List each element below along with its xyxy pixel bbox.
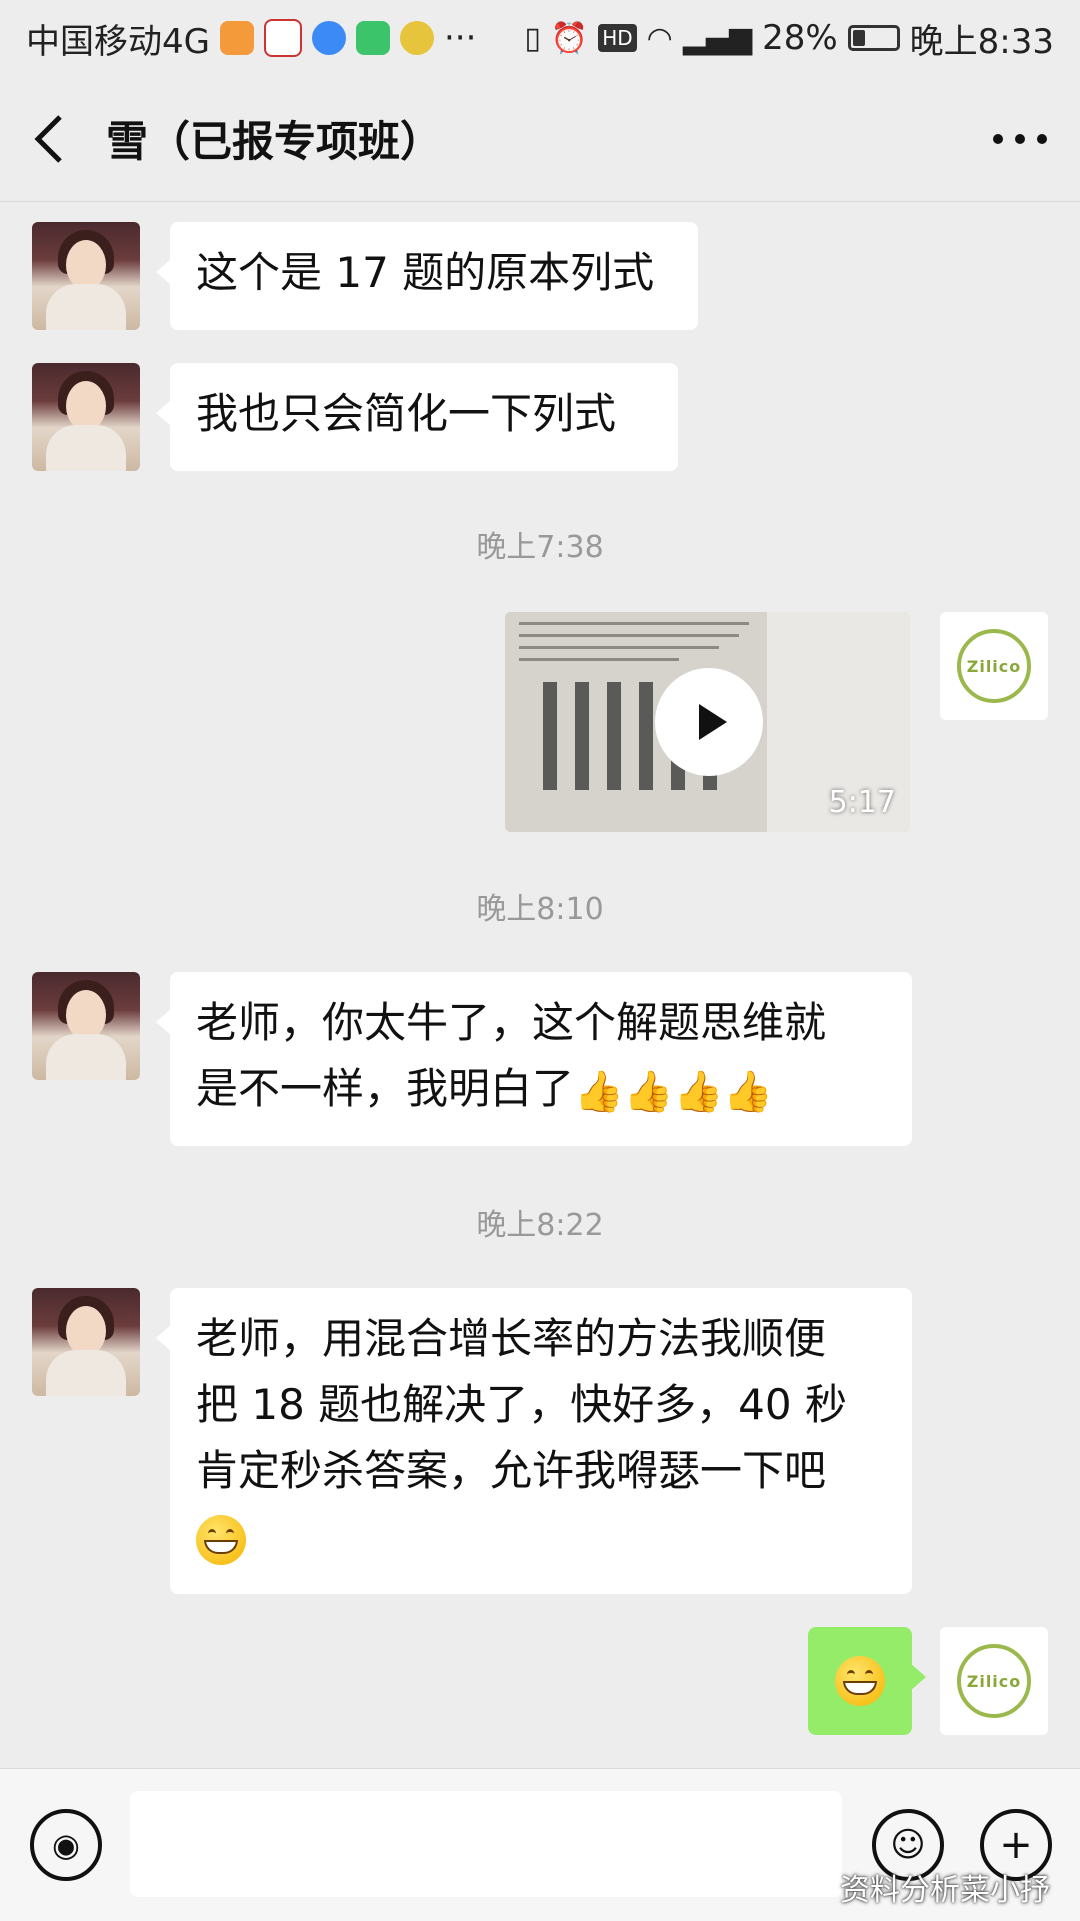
timestamp: 晚上8:10	[476, 892, 604, 927]
contact-avatar[interactable]	[32, 222, 140, 330]
message-input[interactable]	[130, 1791, 842, 1897]
thumbs-up-icon: 👍👍👍👍	[574, 1068, 774, 1115]
signal-icon: ▂▄▆	[682, 20, 753, 56]
more-dots: ···	[443, 18, 477, 58]
hd-badge: HD	[598, 24, 637, 52]
vibrate-icon: ▯	[524, 20, 541, 56]
voice-button[interactable]: ◉	[30, 1809, 102, 1881]
input-bar: ◉ ☺ + 资料分析菜小抒	[0, 1768, 1080, 1921]
more-options-button[interactable]	[960, 76, 1080, 202]
dot	[993, 133, 1003, 144]
browser-app-icon	[311, 21, 346, 55]
study-app-icon	[263, 19, 302, 57]
grin-emoji-icon	[835, 1656, 885, 1706]
avatar-logo-text: Zilico	[966, 656, 1022, 676]
message-text: 是不一样，我明白了	[196, 1064, 575, 1113]
alarm-icon: ⏰	[550, 20, 589, 56]
message-text: 肯定秒杀答案，允许我嘚瑟一下吧	[196, 1446, 827, 1495]
message-bubble[interactable]: 老师，用混合增长率的方法我顺便 把 18 题也解决了，快好多，40 秒 肯定秒杀…	[156, 1288, 912, 1594]
back-button[interactable]	[0, 76, 100, 202]
message-bubble[interactable]: 这个是 17 题的原本列式	[156, 222, 698, 330]
plus-icon: +	[999, 1822, 1033, 1868]
clock: 晚上8:33	[909, 21, 1054, 62]
carrier-label: 中国移动4G	[26, 21, 210, 62]
grin-emoji-icon	[196, 1514, 246, 1565]
video-message[interactable]: 5:17	[505, 612, 910, 832]
avatar-logo-text: Zilico	[966, 1671, 1022, 1691]
message-bubble[interactable]: 老师，你太牛了，这个解题思维就 是不一样，我明白了👍👍👍👍	[156, 972, 912, 1146]
timestamp: 晚上7:38	[476, 530, 604, 565]
watermark: 资料分析菜小抒	[840, 1873, 1050, 1908]
video-app-icon	[219, 21, 254, 55]
status-bar: 中国移动4G ··· ▯ ⏰ HD ◠ ▂▄▆ 28% 晚上8:33	[0, 0, 1080, 76]
wifi-icon: ◠	[646, 20, 673, 56]
photo-app-icon	[399, 21, 434, 55]
player-app-icon	[355, 21, 390, 55]
message-bubble[interactable]	[808, 1627, 926, 1735]
my-avatar[interactable]: Zilico	[940, 1627, 1048, 1735]
battery-percent: 28%	[762, 18, 838, 58]
message-bubble[interactable]: 我也只会简化一下列式	[156, 363, 678, 471]
message-text: 这个是 17 题的原本列式	[196, 248, 655, 297]
battery-icon	[847, 25, 900, 51]
contact-avatar[interactable]	[32, 1288, 140, 1396]
chevron-left-icon	[34, 114, 62, 163]
my-avatar[interactable]: Zilico	[940, 612, 1048, 720]
timestamp: 晚上8:22	[476, 1208, 604, 1243]
voice-icon: ◉	[52, 1826, 80, 1864]
message-text: 把 18 题也解决了，快好多，40 秒	[196, 1380, 847, 1429]
smiley-icon: ☺	[890, 1825, 926, 1865]
play-icon[interactable]	[655, 668, 763, 776]
dot	[1015, 133, 1025, 144]
message-text: 老师，你太牛了，这个解题思维就	[196, 998, 827, 1047]
message-text: 我也只会简化一下列式	[196, 389, 617, 438]
dot	[1037, 133, 1047, 144]
video-duration: 5:17	[828, 785, 896, 820]
contact-avatar[interactable]	[32, 363, 140, 471]
chat-title: 雪（已报专项班）	[106, 117, 443, 166]
contact-avatar[interactable]	[32, 972, 140, 1080]
chat-header: 雪（已报专项班）	[0, 76, 1080, 202]
message-text: 老师，用混合增长率的方法我顺便	[196, 1314, 827, 1363]
